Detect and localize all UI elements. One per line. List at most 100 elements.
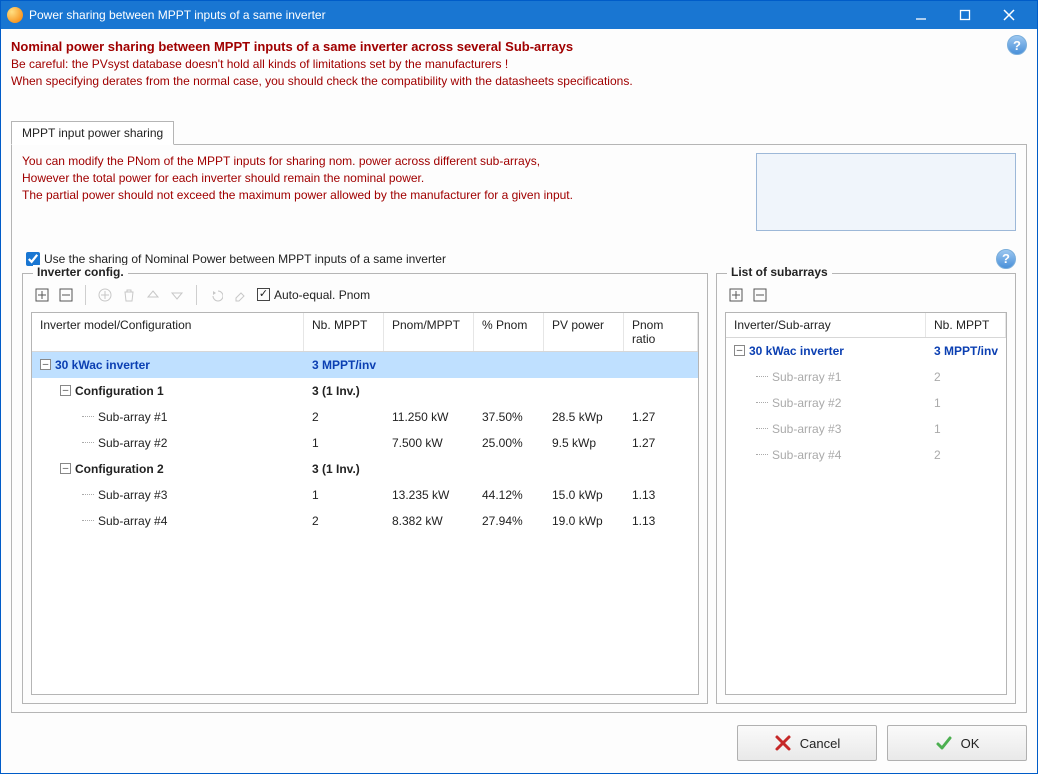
col-inv-subarray[interactable]: Inverter/Sub-array <box>726 313 926 337</box>
cell: 3 (1 Inv.) <box>304 462 384 476</box>
configuration-row[interactable]: Configuration 1 3 (1 Inv.) <box>32 378 698 404</box>
subarray-row[interactable]: Sub-array #4 2 8.382 kW 27.94% 19.0 kWp … <box>32 508 698 534</box>
cell: 3 MPPT/inv <box>304 358 384 372</box>
inverter-config-group: Inverter config. <box>22 273 708 704</box>
inverter-row[interactable]: 30 kWac inverter 3 MPPT/inv <box>32 352 698 378</box>
cell: 7.500 kW <box>384 436 474 450</box>
subarray-name: Sub-array #2 <box>98 436 167 450</box>
configuration-row[interactable]: Configuration 2 3 (1 Inv.) <box>32 456 698 482</box>
cell: 1.13 <box>624 488 698 502</box>
col-pnom-ratio[interactable]: Pnom ratio <box>624 313 698 351</box>
window-title: Power sharing between MPPT inputs of a s… <box>29 8 899 22</box>
grid-header: Inverter/Sub-array Nb. MPPT <box>726 313 1006 338</box>
config-name: Configuration 2 <box>75 462 164 476</box>
subarray-row[interactable]: Sub-array #1 2 11.250 kW 37.50% 28.5 kWp… <box>32 404 698 430</box>
title-bar[interactable]: Power sharing between MPPT inputs of a s… <box>1 1 1037 29</box>
cell: 1 <box>926 422 1006 436</box>
tab-pane: You can modify the PNom of the MPPT inpu… <box>11 144 1027 713</box>
cell: 15.0 kWp <box>544 488 624 502</box>
subarray-row[interactable]: Sub-array #1 2 <box>726 364 1006 390</box>
collapse-all-button-right[interactable] <box>749 284 771 306</box>
cell: 2 <box>926 448 1006 462</box>
col-model[interactable]: Inverter model/Configuration <box>32 313 304 351</box>
inverter-row[interactable]: 30 kWac inverter 3 MPPT/inv <box>726 338 1006 364</box>
collapse-all-button[interactable] <box>55 284 77 306</box>
subarray-name: Sub-array #1 <box>98 410 167 424</box>
move-down-button <box>166 284 188 306</box>
subarray-row[interactable]: Sub-array #3 1 <box>726 416 1006 442</box>
subarray-row[interactable]: Sub-array #4 2 <box>726 442 1006 468</box>
col-pv-power[interactable]: PV power <box>544 313 624 351</box>
collapse-icon[interactable] <box>734 345 745 356</box>
cancel-icon <box>774 734 792 752</box>
ok-button[interactable]: OK <box>887 725 1027 761</box>
cell: 19.0 kWp <box>544 514 624 528</box>
collapse-icon[interactable] <box>60 463 71 474</box>
subarray-name: Sub-array #4 <box>98 514 167 528</box>
cell: 1 <box>304 488 384 502</box>
close-button[interactable] <box>987 1 1031 29</box>
collapse-icon[interactable] <box>60 385 71 396</box>
ok-icon <box>935 734 953 752</box>
cell: 25.00% <box>474 436 544 450</box>
auto-equal-label: Auto-equal. Pnom <box>274 288 370 302</box>
warning-line-1: Be careful: the PVsyst database doesn't … <box>11 56 1007 73</box>
cell: 3 (1 Inv.) <box>304 384 384 398</box>
checkmark-icon <box>257 288 270 301</box>
subarrays-grid[interactable]: Inverter/Sub-array Nb. MPPT 30 kWac inve… <box>725 312 1007 695</box>
maximize-button[interactable] <box>943 1 987 29</box>
minimize-button[interactable] <box>899 1 943 29</box>
cell: 1.27 <box>624 410 698 424</box>
undo-button <box>205 284 227 306</box>
expand-all-button[interactable] <box>31 284 53 306</box>
cell: 2 <box>926 370 1006 384</box>
subarray-name: Sub-array #1 <box>772 370 841 384</box>
warning-line-2: When specifying derates from the normal … <box>11 73 1007 90</box>
note-line-1: You can modify the PNom of the MPPT inpu… <box>22 154 540 168</box>
note-line-2: However the total power for each inverte… <box>22 171 424 185</box>
tab-mppt-sharing[interactable]: MPPT input power sharing <box>11 121 174 145</box>
cell: 2 <box>304 514 384 528</box>
collapse-icon[interactable] <box>40 359 51 370</box>
inverter-config-legend: Inverter config. <box>33 265 128 279</box>
add-button <box>94 284 116 306</box>
note-text: You can modify the PNom of the MPPT inpu… <box>22 153 736 231</box>
cell: 1 <box>304 436 384 450</box>
preview-box <box>756 153 1016 231</box>
col-nb-mppt[interactable]: Nb. MPPT <box>304 313 384 351</box>
cell: 1.27 <box>624 436 698 450</box>
subarray-name: Sub-array #3 <box>98 488 167 502</box>
col-pnom-mppt[interactable]: Pnom/MPPT <box>384 313 474 351</box>
col-pct-pnom[interactable]: % Pnom <box>474 313 544 351</box>
delete-button <box>118 284 140 306</box>
inverter-config-grid[interactable]: Inverter model/Configuration Nb. MPPT Pn… <box>31 312 699 695</box>
cell: 37.50% <box>474 410 544 424</box>
use-sharing-checkbox[interactable] <box>26 252 40 266</box>
help-icon-sharing[interactable]: ? <box>996 249 1016 269</box>
erase-button <box>229 284 251 306</box>
expand-all-button-right[interactable] <box>725 284 747 306</box>
subarray-row[interactable]: Sub-array #2 1 <box>726 390 1006 416</box>
col-nb-mppt[interactable]: Nb. MPPT <box>926 313 1006 337</box>
cell: 44.12% <box>474 488 544 502</box>
cell: 3 MPPT/inv <box>926 344 1006 358</box>
cell: 27.94% <box>474 514 544 528</box>
page-heading: Nominal power sharing between MPPT input… <box>11 39 1007 54</box>
cell: 1.13 <box>624 514 698 528</box>
use-sharing-label[interactable]: Use the sharing of Nominal Power between… <box>44 252 446 266</box>
cell: 8.382 kW <box>384 514 474 528</box>
auto-equal-checkbox[interactable]: Auto-equal. Pnom <box>257 288 370 302</box>
subarray-name: Sub-array #4 <box>772 448 841 462</box>
cell: 2 <box>304 410 384 424</box>
subarray-row[interactable]: Sub-array #2 1 7.500 kW 25.00% 9.5 kWp 1… <box>32 430 698 456</box>
dialog-window: Power sharing between MPPT inputs of a s… <box>0 0 1038 774</box>
subarray-row[interactable]: Sub-array #3 1 13.235 kW 44.12% 15.0 kWp… <box>32 482 698 508</box>
cell: 1 <box>926 396 1006 410</box>
subarrays-legend: List of subarrays <box>727 265 832 279</box>
subarray-name: Sub-array #3 <box>772 422 841 436</box>
help-icon[interactable]: ? <box>1007 35 1027 55</box>
cancel-button[interactable]: Cancel <box>737 725 877 761</box>
inverter-name: 30 kWac inverter <box>749 344 844 358</box>
subarrays-group: List of subarrays Inverter/Sub-array Nb.… <box>716 273 1016 704</box>
cell: 28.5 kWp <box>544 410 624 424</box>
